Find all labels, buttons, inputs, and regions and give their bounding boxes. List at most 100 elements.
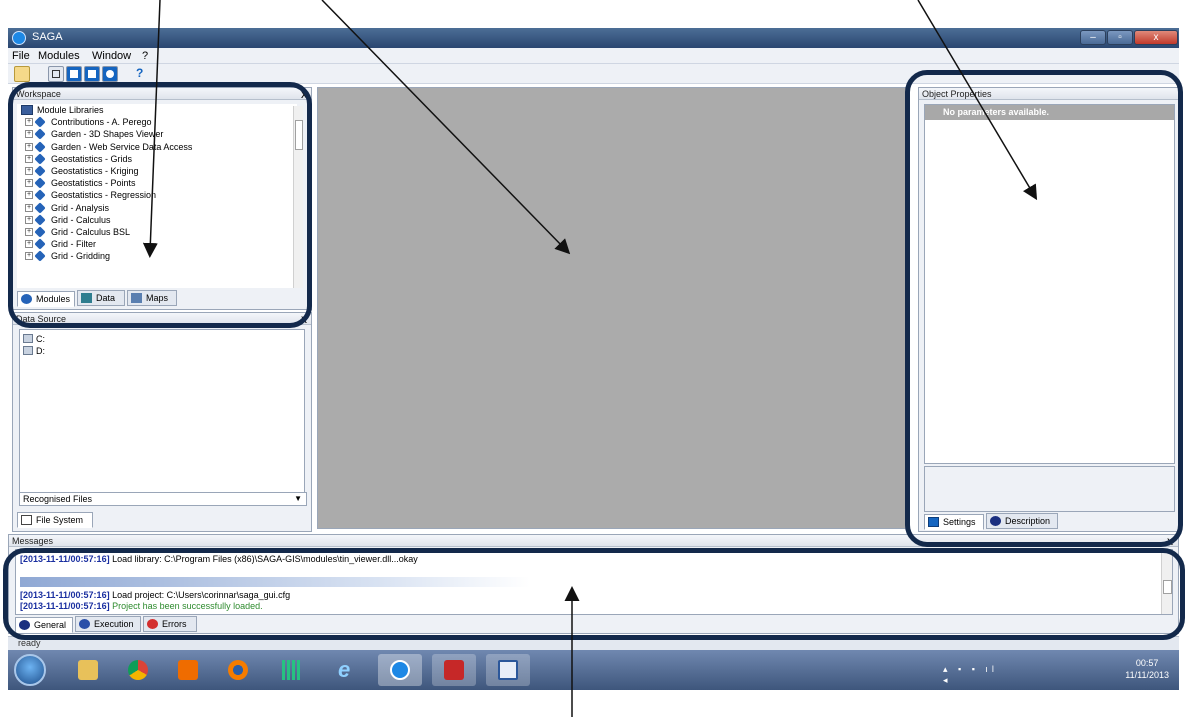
word-icon[interactable] (486, 654, 530, 686)
maximize-button[interactable]: ▫ (1107, 30, 1133, 45)
tree-item[interactable]: + Grid - Calculus (17, 214, 297, 226)
tree-item[interactable]: + Geostatistics - Points (17, 177, 297, 189)
window-title: SAGA (32, 31, 63, 43)
drive-icon (23, 346, 33, 355)
start-button[interactable] (14, 654, 46, 686)
module-library-icon (34, 201, 46, 214)
expand-icon[interactable]: + (25, 179, 33, 188)
tab-maps[interactable]: Maps (127, 290, 177, 306)
module-library-icon (34, 165, 46, 177)
system-tray-icons[interactable]: ▴ ▪ ▪ ıl ◂ (943, 664, 1003, 685)
open-icon[interactable] (14, 66, 30, 82)
tree-item[interactable]: + Garden - 3D Shapes Viewer (17, 128, 297, 141)
expand-icon[interactable]: + (25, 227, 33, 236)
object-properties-panel: Object Properties No parameters availabl… (918, 87, 1179, 532)
messages-scrollbar[interactable] (1161, 550, 1172, 614)
minimize-button[interactable]: – (1080, 30, 1106, 45)
tree-item[interactable]: + Geostatistics - Regression (17, 189, 297, 201)
info-icon (19, 620, 30, 630)
close-button[interactable]: x (1134, 30, 1178, 45)
module-library-icon (34, 128, 46, 141)
expand-icon[interactable]: + (25, 142, 33, 151)
tree-root[interactable]: Module Libraries (17, 104, 297, 116)
tab-data[interactable]: Data (77, 290, 125, 306)
tab-errors[interactable]: Errors (143, 616, 197, 632)
expand-icon[interactable]: + (25, 130, 33, 139)
menu-window[interactable]: Window (92, 50, 131, 62)
message-log[interactable]: [2013-11-11/00:57:16] Load library: C:\P… (15, 549, 1173, 615)
workspace-scroll-thumb[interactable] (295, 120, 303, 150)
firefox-icon[interactable] (216, 654, 260, 686)
workspace-toggle-icon[interactable] (48, 66, 64, 82)
module-library-icon (34, 116, 46, 128)
settings-toggle-icon[interactable] (66, 66, 82, 82)
help-icon[interactable]: ? (136, 66, 152, 82)
ie-icon[interactable]: e (326, 654, 370, 686)
tab-settings[interactable]: Settings (924, 514, 984, 530)
workspace-scrollbar[interactable] (293, 106, 303, 288)
object-properties-header: Object Properties (919, 88, 1178, 100)
message-line: [2013-11-11/00:57:16] Load project: C:\U… (20, 590, 291, 600)
tree-item[interactable]: + Grid - Analysis (17, 201, 297, 214)
drive-c[interactable]: C: (23, 334, 45, 344)
menu-modules[interactable]: Modules (38, 50, 80, 62)
explorer-icon[interactable] (66, 654, 110, 686)
expand-icon[interactable]: + (25, 154, 33, 163)
expand-icon[interactable]: + (25, 215, 33, 224)
description-toggle-icon[interactable] (102, 66, 118, 82)
acrobat-icon[interactable] (432, 654, 476, 686)
properties-list[interactable]: No parameters available. (924, 104, 1175, 464)
messages-scroll-thumb[interactable] (1163, 580, 1172, 594)
drive-d[interactable]: D: (23, 346, 45, 356)
menu-file[interactable]: File (12, 50, 30, 62)
expand-icon[interactable]: + (25, 191, 33, 200)
messages-header: Messages (9, 535, 1178, 547)
media-icon[interactable] (166, 654, 210, 686)
tree-item[interactable]: + Grid - Calculus BSL (17, 226, 297, 238)
workspace-header: Workspace (13, 88, 311, 100)
tab-general[interactable]: General (15, 617, 73, 633)
menu-bar: File Modules Window ? (8, 48, 1179, 64)
drive-list[interactable]: C: D: (19, 329, 305, 495)
module-library-icon (34, 140, 46, 153)
system-clock[interactable]: 00:57 11/11/2013 (1125, 657, 1169, 681)
map-canvas-area[interactable] (317, 87, 908, 529)
expand-icon[interactable]: + (25, 118, 33, 127)
tab-execution[interactable]: Execution (75, 616, 141, 632)
messages-tabs: General Execution Errors (15, 616, 315, 634)
data-source-header: Data Source (13, 313, 311, 325)
expand-icon[interactable]: + (25, 166, 33, 175)
tab-description[interactable]: Description (986, 513, 1058, 529)
file-filter-select[interactable]: Recognised Files ▼ (19, 492, 307, 506)
expand-icon[interactable]: + (25, 203, 33, 212)
expand-icon[interactable]: + (25, 240, 33, 249)
workspace-panel: Workspace x Module Libraries + Contributi… (12, 87, 312, 310)
tree-item[interactable]: + Garden - Web Service Data Access (17, 140, 297, 153)
menu-help[interactable]: ? (142, 50, 148, 62)
workspace-tabs: Modules Data Maps (17, 290, 307, 308)
tree-item[interactable]: + Grid - Filter (17, 238, 297, 250)
saga-icon[interactable] (378, 654, 422, 686)
tree-item[interactable]: + Grid - Gridding (17, 250, 297, 262)
tab-modules[interactable]: Modules (17, 291, 75, 307)
tab-file-system[interactable]: File System (17, 512, 93, 528)
messages-close-icon[interactable]: x (1167, 535, 1173, 547)
workspace-close-icon[interactable]: x (301, 88, 307, 100)
module-tree[interactable]: Module Libraries + Contributions - A. Per… (17, 104, 297, 288)
progress-bar (20, 577, 530, 587)
data-source-close-icon[interactable]: x (301, 313, 307, 325)
chrome-icon[interactable] (116, 654, 160, 686)
tree-item[interactable]: + Geostatistics - Grids (17, 153, 297, 165)
modules-icon (21, 294, 32, 304)
settings-icon (928, 517, 939, 527)
module-library-icon (34, 238, 46, 250)
tree-item[interactable]: + Contributions - A. Perego (17, 116, 297, 128)
object-properties-tabs: Settings Description (924, 513, 1174, 531)
data-source-tabs: File System (17, 511, 307, 529)
module-library-icon (34, 177, 46, 189)
error-icon (147, 619, 158, 629)
expand-icon[interactable]: + (25, 252, 33, 261)
messages-toggle-icon[interactable] (84, 66, 100, 82)
grid-app-icon[interactable] (270, 654, 314, 686)
tree-item[interactable]: + Geostatistics - Kriging (17, 165, 297, 177)
